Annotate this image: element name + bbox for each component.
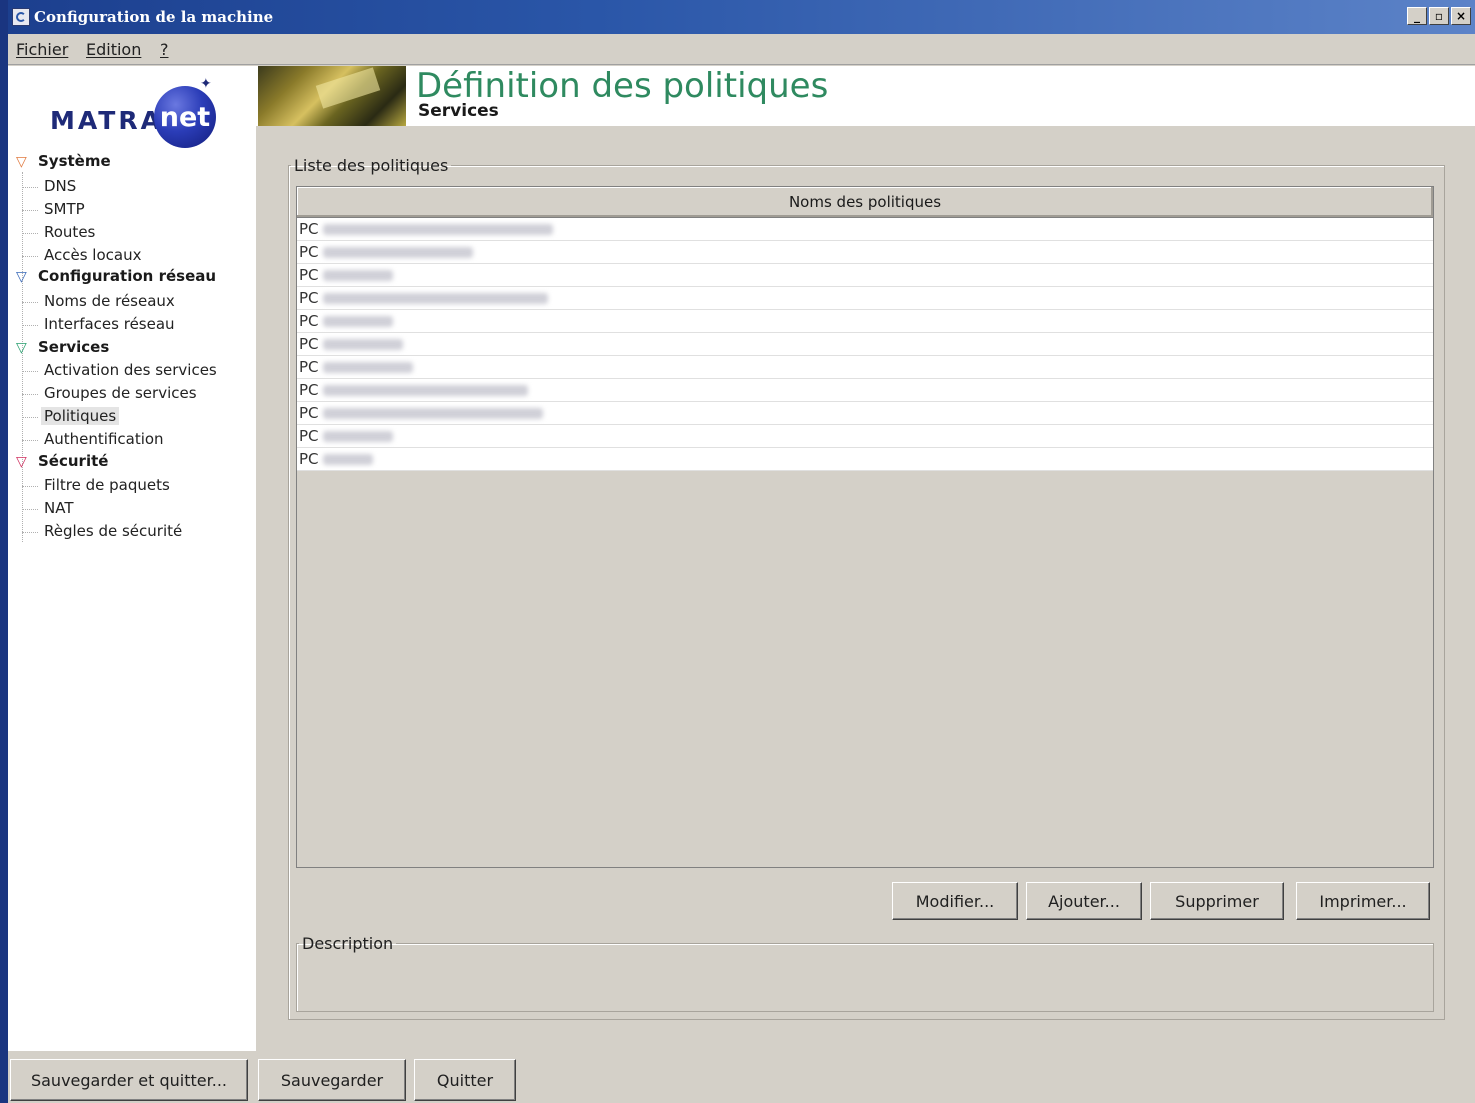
page-header: Définition des politiques Services	[256, 66, 1475, 128]
add-button[interactable]: Ajouter...	[1026, 882, 1142, 920]
window-controls: _ ▫ ×	[1407, 7, 1471, 25]
tree-item-nat[interactable]: NAT	[44, 499, 73, 517]
restore-button[interactable]: ▫	[1429, 7, 1449, 25]
policy-name: PC	[299, 358, 319, 376]
delete-button[interactable]: Supprimer	[1150, 882, 1284, 920]
tree-item-smtp[interactable]: SMTP	[44, 200, 85, 218]
table-row[interactable]: PC	[297, 264, 1433, 287]
policy-name: PC	[299, 404, 319, 422]
description-label: Description	[302, 934, 394, 953]
tree-item-politiques[interactable]: Politiques	[41, 407, 120, 425]
redacted-text	[322, 384, 528, 396]
logo-wordmark: MATRA	[50, 106, 163, 135]
page-title: Définition des politiques	[416, 66, 829, 106]
page-subtitle: Services	[418, 101, 499, 121]
policy-name: PC	[299, 335, 319, 353]
table-row[interactable]: PC	[297, 448, 1433, 471]
tree-item-noms-de-reseaux[interactable]: Noms de réseaux	[44, 292, 175, 310]
close-button[interactable]: ×	[1451, 7, 1471, 25]
policy-name: PC	[299, 427, 319, 445]
policy-table[interactable]: Noms des politiques PC PC PC PC PC PC PC…	[296, 186, 1434, 868]
table-row[interactable]: PC	[297, 218, 1433, 241]
redacted-text	[322, 430, 393, 442]
policy-name: PC	[299, 450, 319, 468]
redacted-text	[322, 407, 543, 419]
tree-category-services[interactable]: ▽ Services	[16, 338, 109, 356]
tree-item-interfaces-reseau[interactable]: Interfaces réseau	[44, 315, 175, 333]
menu-bar: Fichier Edition ?	[8, 34, 1475, 65]
quit-button[interactable]: Quitter	[414, 1059, 516, 1101]
window-title: Configuration de la machine	[34, 8, 274, 26]
description-group: Description	[296, 934, 1434, 1012]
logo-globe: net	[154, 86, 216, 148]
save-button[interactable]: Sauvegarder	[258, 1059, 406, 1101]
redacted-text	[322, 361, 413, 373]
tree-category-securite[interactable]: ▽ Sécurité	[16, 452, 108, 470]
tree-category-label: Services	[38, 338, 110, 356]
tree-category-label: Configuration réseau	[38, 267, 217, 285]
header-banner-image	[258, 66, 406, 126]
table-row[interactable]: PC	[297, 310, 1433, 333]
redacted-text	[322, 453, 373, 465]
policy-name: PC	[299, 381, 319, 399]
tree-item-filtre-de-paquets[interactable]: Filtre de paquets	[44, 476, 170, 494]
tree-category-systeme[interactable]: ▽ Système	[16, 152, 111, 170]
policy-list-label: Liste des politiques	[294, 156, 449, 175]
application-window: Configuration de la machine _ ▫ × Fichie…	[8, 0, 1475, 1103]
tree-category-configuration-reseau[interactable]: ▽ Configuration réseau	[16, 267, 216, 285]
tree-category-label: Sécurité	[38, 452, 109, 470]
table-row[interactable]: PC	[297, 333, 1433, 356]
policy-name: PC	[299, 312, 319, 330]
navigation-tree: MATRA net ✦ ▽ Système DNS SMTP Routes Acc…	[8, 66, 256, 1051]
print-button[interactable]: Imprimer...	[1296, 882, 1430, 920]
expand-triangle-icon[interactable]: ▽	[16, 154, 38, 170]
tree-item-groupes-de-services[interactable]: Groupes de services	[44, 384, 197, 402]
main-content: Liste des politiques Noms des politiques…	[256, 126, 1475, 1051]
tree-item-acces-locaux[interactable]: Accès locaux	[44, 246, 141, 264]
footer-bar: Sauvegarder et quitter... Sauvegarder Qu…	[8, 1053, 1475, 1103]
policy-name: PC	[299, 243, 319, 261]
tree-item-dns[interactable]: DNS	[44, 177, 76, 195]
table-row[interactable]: PC	[297, 379, 1433, 402]
redacted-text	[322, 223, 553, 235]
expand-triangle-icon[interactable]: ▽	[16, 340, 38, 356]
modify-button[interactable]: Modifier...	[892, 882, 1018, 920]
menu-help[interactable]: ?	[160, 40, 169, 59]
tree-category-label: Système	[38, 152, 111, 170]
tree-item-regles-de-securite[interactable]: Règles de sécurité	[44, 522, 182, 540]
expand-triangle-icon[interactable]: ▽	[16, 454, 38, 470]
policy-name: PC	[299, 220, 319, 238]
menu-fichier[interactable]: Fichier	[16, 40, 68, 59]
expand-triangle-icon[interactable]: ▽	[16, 269, 38, 285]
save-and-quit-button[interactable]: Sauvegarder et quitter...	[10, 1059, 248, 1101]
policy-name: PC	[299, 266, 319, 284]
table-row[interactable]: PC	[297, 241, 1433, 264]
policy-name: PC	[299, 289, 319, 307]
tree-item-authentification[interactable]: Authentification	[44, 430, 164, 448]
table-row[interactable]: PC	[297, 425, 1433, 448]
minimize-button[interactable]: _	[1407, 7, 1427, 25]
menu-edition[interactable]: Edition	[86, 40, 141, 59]
policy-table-header[interactable]: Noms des politiques	[297, 187, 1433, 218]
table-row[interactable]: PC	[297, 356, 1433, 379]
table-row[interactable]: PC	[297, 402, 1433, 425]
redacted-text	[322, 338, 403, 350]
redacted-text	[322, 246, 473, 258]
redacted-text	[322, 315, 393, 327]
redacted-text	[322, 269, 393, 281]
tree-item-activation-des-services[interactable]: Activation des services	[44, 361, 217, 379]
app-icon[interactable]	[12, 8, 30, 26]
logo-sparkle-icon: ✦	[200, 76, 212, 92]
matranet-logo: MATRA net ✦	[48, 76, 238, 154]
redacted-text	[322, 292, 548, 304]
title-bar: Configuration de la machine _ ▫ ×	[8, 0, 1475, 34]
table-row[interactable]: PC	[297, 287, 1433, 310]
tree-item-routes[interactable]: Routes	[44, 223, 95, 241]
